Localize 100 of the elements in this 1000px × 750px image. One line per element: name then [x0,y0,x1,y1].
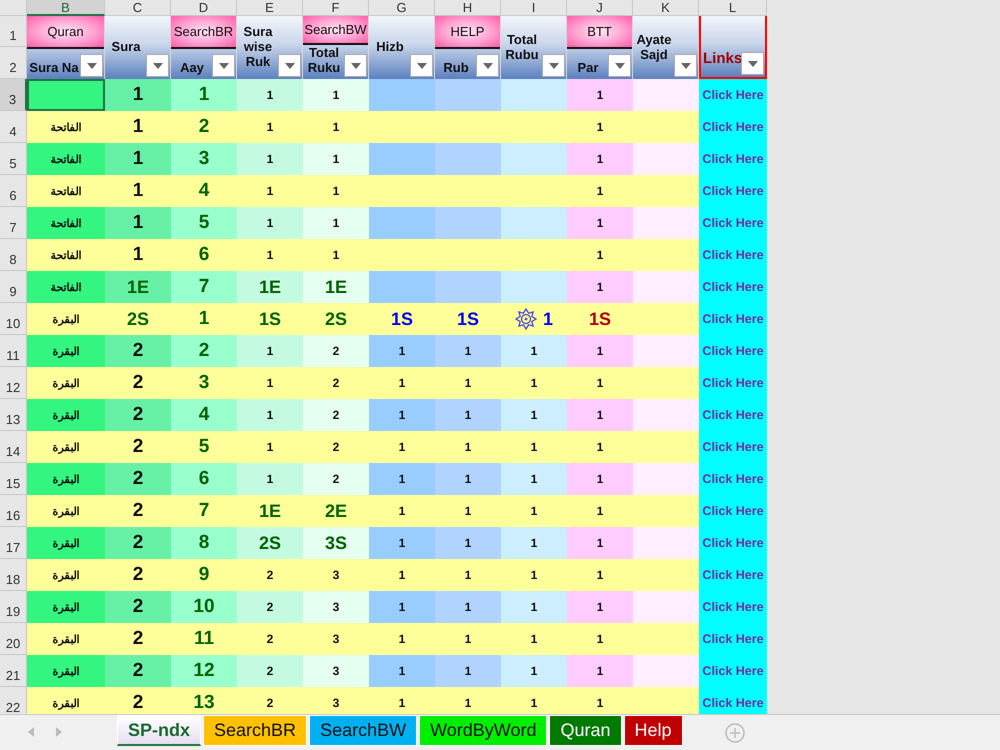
filter-button[interactable] [146,54,169,77]
cell-value: 1 [464,600,472,614]
table-cell [369,271,435,303]
row-number[interactable]: 7 [0,207,27,239]
row-number[interactable]: 6 [0,175,27,207]
filter-button[interactable] [476,54,499,77]
sura-name: البقرة [52,344,80,358]
row-number[interactable]: 8 [0,239,27,271]
filter-button[interactable] [278,54,301,77]
link[interactable]: Click Here [702,632,764,646]
column-header[interactable]: L [699,0,767,16]
filter-button[interactable] [542,54,565,77]
sheet-tab[interactable]: WordByWord [419,715,548,746]
filter-button[interactable] [212,54,235,77]
sura-name: البقرة [52,632,80,646]
sheet-tab[interactable]: SearchBW [309,715,418,746]
link[interactable]: Click Here [702,568,764,582]
row-number[interactable]: 12 [0,367,27,399]
cell-value: 1 [530,632,538,646]
cell-value: 2 [266,632,274,646]
column-label: Sura [110,39,142,54]
cell-value: 2 [132,404,144,426]
column-header[interactable]: I [501,0,567,16]
row-number[interactable]: 2 [0,47,27,79]
column-header[interactable]: B [27,0,105,16]
cell-value: 1 [596,472,604,486]
filter-button[interactable] [608,54,631,77]
cell-value: 5 [198,212,210,234]
link[interactable]: Click Here [702,120,764,134]
link[interactable]: Click Here [702,344,764,358]
table-cell [501,143,567,175]
row-number[interactable]: 19 [0,591,27,623]
row-number[interactable]: 4 [0,111,27,143]
macro-button[interactable]: Quran [27,16,104,47]
macro-button[interactable]: BTT [567,16,632,47]
sheet-tab[interactable]: SearchBR [203,715,308,746]
row-number[interactable]: 13 [0,399,27,431]
filter-button[interactable] [410,54,433,77]
row-number[interactable]: 5 [0,143,27,175]
cell-value: 1 [530,600,538,614]
link[interactable]: Click Here [702,600,764,614]
link[interactable]: Click Here [702,376,764,390]
link[interactable]: Click Here [702,664,764,678]
macro-button[interactable]: SearchBR [171,16,236,47]
sheet-tab[interactable]: Quran [549,715,622,746]
column-header[interactable]: K [633,0,699,16]
star-icon [514,308,537,330]
column-header[interactable]: H [435,0,501,16]
link[interactable]: Click Here [702,408,764,422]
filter-button[interactable] [80,54,103,77]
sheet-tab[interactable]: Help [624,715,683,746]
row-number[interactable]: 11 [0,335,27,367]
cell-value: 1 [464,664,472,678]
cell-value: 1 [464,344,472,358]
column-header[interactable]: D [171,0,237,16]
filter-button[interactable] [344,54,367,77]
filter-button[interactable] [741,52,764,75]
column-header[interactable]: J [567,0,633,16]
column-label: Rub [442,60,470,77]
row-number[interactable]: 3 [0,79,27,111]
row-number[interactable]: 20 [0,623,27,655]
link[interactable]: Click Here [702,152,764,166]
row-number[interactable]: 14 [0,431,27,463]
row-number[interactable]: 10 [0,303,27,335]
column-header[interactable]: G [369,0,435,16]
cell-value: 1 [398,632,406,646]
link[interactable]: Click Here [702,248,764,262]
link[interactable]: Click Here [702,280,764,294]
caret-icon [416,62,426,68]
row-number[interactable]: 15 [0,463,27,495]
row-number[interactable]: 21 [0,655,27,687]
row-number[interactable]: 18 [0,559,27,591]
sura-name: البقرة [52,312,80,326]
link[interactable]: Click Here [702,472,764,486]
cell-value: 1 [332,120,340,134]
table-cell [633,79,699,111]
link[interactable]: Click Here [702,216,764,230]
macro-button[interactable]: HELP [435,16,500,47]
row-number[interactable]: 1 [0,16,27,47]
link[interactable]: Click Here [702,440,764,454]
link[interactable]: Click Here [702,536,764,550]
link[interactable]: Click Here [702,312,764,326]
cell-value: 1 [266,88,274,102]
row-number[interactable]: 17 [0,527,27,559]
table-cell [435,207,501,239]
cell-value: 1 [332,248,340,262]
macro-button[interactable]: SearchBW [303,16,368,43]
column-header[interactable]: E [237,0,303,16]
column-header[interactable]: C [105,0,171,16]
link[interactable]: Click Here [702,696,764,710]
link[interactable]: Click Here [702,88,764,102]
link[interactable]: Click Here [702,504,764,518]
link[interactable]: Click Here [702,184,764,198]
filter-button[interactable] [674,54,697,77]
row-number[interactable]: 16 [0,495,27,527]
column-header[interactable]: F [303,0,369,16]
cell-value: 1 [398,536,406,550]
row-number[interactable]: 9 [0,271,27,303]
cell-value: 2 [198,116,210,138]
sheet-tab[interactable]: SP-ndx [117,715,202,746]
